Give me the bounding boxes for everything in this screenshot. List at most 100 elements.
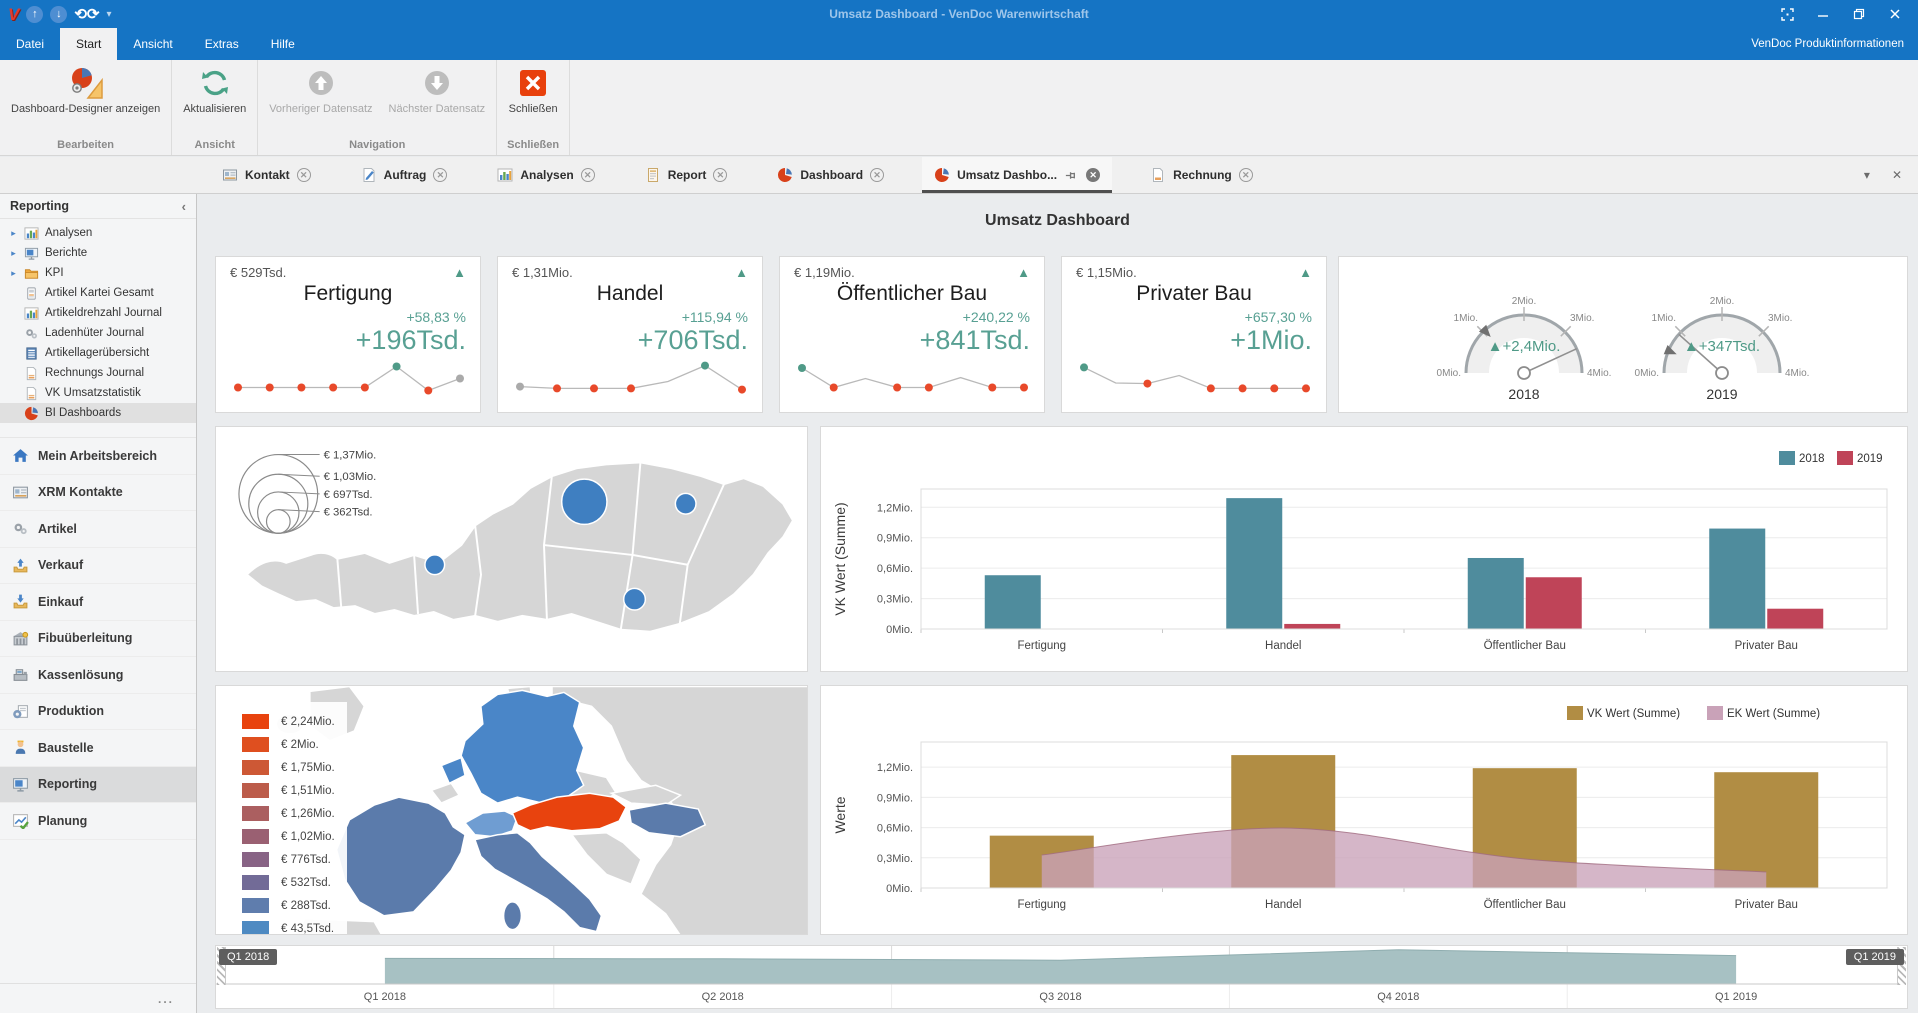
kpi-percent-value: +240,22 %: [794, 309, 1030, 325]
sidebar-item-mein-arbeitsbereich[interactable]: Mein Arbeitsbereich: [0, 438, 196, 475]
sidebar-item-kassenlösung[interactable]: Kassenlösung: [0, 657, 196, 694]
close-icon[interactable]: [1878, 3, 1912, 25]
expand-arrow-icon[interactable]: ▸: [9, 248, 18, 259]
quick-access-caret-icon[interactable]: ▾: [106, 9, 111, 20]
tab-label: Dashboard: [800, 168, 863, 182]
sidebar-tree-vk-umsatzstatistik[interactable]: VK Umsatzstatistik: [0, 383, 196, 403]
timeline-start-badge[interactable]: Q1 2018: [219, 949, 277, 965]
tabbar-close-icon[interactable]: ✕: [1892, 168, 1902, 182]
sidebar-tree-bi-dashboards[interactable]: BI Dashboards: [0, 403, 196, 423]
document-tabbar: Kontakt✕Auftrag✕Analysen✕Report✕Dashboar…: [0, 157, 1918, 194]
sidebar-tree-rechnungs-journal[interactable]: Rechnungs Journal: [0, 363, 196, 383]
timeline-range-selector[interactable]: Q1 2018 Q1 2019 Q1 2018Q2 2018Q3 2018Q4 …: [215, 945, 1908, 1009]
kpi-card-öffentlicher-bau[interactable]: € 1,19Mio.▲Öffentlicher Bau+240,22 %+841…: [779, 256, 1045, 413]
sidebar-item-baustelle[interactable]: Baustelle: [0, 730, 196, 767]
sidebar-item-artikel[interactable]: Artikel: [0, 511, 196, 548]
svg-text:€ 1,03Mio.: € 1,03Mio.: [324, 471, 377, 483]
ribbon-button-aktualisieren[interactable]: Aktualisieren: [176, 62, 253, 120]
europe-map-panel[interactable]: € 2,24Mio.€ 2Mio.€ 1,75Mio.€ 1,51Mio.€ 1…: [215, 685, 808, 935]
kpi-card-handel[interactable]: € 1,31Mio.▲Handel+115,94 %+706Tsd.: [497, 256, 763, 413]
sidebar-tree-artikeldrehzahl-journal[interactable]: Artikeldrehzahl Journal: [0, 303, 196, 323]
legend-label: € 1,26Mio.: [281, 808, 335, 820]
svg-text:2Mio.: 2Mio.: [1710, 296, 1734, 307]
tab-close-icon[interactable]: ✕: [713, 168, 727, 182]
invoice-icon: [1150, 167, 1166, 183]
expand-arrow-icon[interactable]: ▸: [9, 228, 18, 239]
kpi-card-fertigung[interactable]: € 529Tsd.▲Fertigung+58,83 %+196Tsd.: [215, 256, 481, 413]
minimize-icon[interactable]: [1806, 3, 1840, 25]
sidebar-tree-berichte[interactable]: ▸Berichte: [0, 243, 196, 263]
refresh-icon[interactable]: ⟲⟳: [74, 7, 99, 22]
sidebar-item-reporting[interactable]: Reporting: [0, 767, 196, 804]
expand-arrow-icon[interactable]: ▸: [9, 268, 18, 279]
vk-ek-chart-panel[interactable]: 0Mio.0,3Mio.0,6Mio.0,9Mio.1,2Mio.Fertigu…: [820, 685, 1908, 935]
restore-icon[interactable]: [1842, 3, 1876, 25]
circle-down-icon[interactable]: ↓: [50, 6, 67, 23]
legend-swatch: [242, 760, 269, 775]
menu-item-extras[interactable]: Extras: [189, 28, 255, 60]
menu-item-start[interactable]: Start: [60, 28, 117, 60]
menu-item-datei[interactable]: Datei: [0, 28, 60, 60]
kpi-total-value: € 1,31Mio.: [512, 265, 573, 280]
tab-rechnung[interactable]: Rechnung✕: [1138, 157, 1265, 193]
circle-up-icon[interactable]: ↑: [26, 6, 43, 23]
contact-icon: [222, 167, 238, 183]
order-icon: [361, 167, 377, 183]
tab-kontakt[interactable]: Kontakt✕: [210, 157, 323, 193]
sidebar-tree-ladenhüter-journal[interactable]: Ladenhüter Journal: [0, 323, 196, 343]
vk-by-year-chart-panel[interactable]: 0Mio.0,3Mio.0,6Mio.0,9Mio.1,2Mio.Fertigu…: [820, 426, 1908, 672]
sidebar-tree-analysen[interactable]: ▸Analysen: [0, 223, 196, 243]
nav-overflow-button[interactable]: ...: [0, 983, 196, 1013]
tab-label: Report: [668, 168, 707, 182]
legend-swatch: [242, 737, 269, 752]
tab-auftrag[interactable]: Auftrag✕: [349, 157, 460, 193]
ribbon-button-dashboard-designer-anzeigen[interactable]: Dashboard-Designer anzeigen: [4, 62, 167, 120]
gauge-panel[interactable]: 0Mio.1Mio.2Mio.3Mio.4Mio.▲+2,4Mio.20180M…: [1338, 256, 1908, 413]
pin-icon[interactable]: [1064, 168, 1079, 183]
choropleth-legend-item: € 1,02Mio.: [242, 825, 335, 848]
kpi-card-privater-bau[interactable]: € 1,15Mio.▲Privater Bau+657,30 %+1Mio.: [1061, 256, 1327, 413]
tray-up-icon: [12, 557, 29, 574]
product-info-link[interactable]: VenDoc Produktinformationen: [1751, 28, 1918, 60]
sidebar-tree-artikellagerübersicht[interactable]: Artikellagerübersicht: [0, 343, 196, 363]
pie-icon: [934, 167, 950, 183]
sidebar-item-fibuüberleitung[interactable]: Fibuüberleitung: [0, 621, 196, 658]
sidebar-item-produktion[interactable]: Produktion: [0, 694, 196, 731]
svg-text:3Mio.: 3Mio.: [1570, 313, 1594, 324]
timeline-end-badge[interactable]: Q1 2019: [1846, 949, 1904, 965]
screenfit-icon[interactable]: [1770, 3, 1804, 25]
tab-list-caret-icon[interactable]: ▾: [1864, 168, 1870, 182]
svg-text:1,2Mio.: 1,2Mio.: [877, 502, 913, 514]
menu-item-hilfe[interactable]: Hilfe: [255, 28, 311, 60]
person-icon: [12, 739, 29, 756]
ribbon-button-label: Schließen: [509, 103, 558, 117]
svg-text:0Mio.: 0Mio.: [1437, 368, 1461, 379]
tab-report[interactable]: Report ✕: [633, 157, 740, 193]
austria-map-panel[interactable]: € 1,37Mio.€ 1,03Mio.€ 697Tsd.€ 362Tsd.: [215, 426, 808, 672]
sidebar-tree-artikel-kartei-gesamt[interactable]: Artikel Kartei Gesamt: [0, 283, 196, 303]
tab-close-icon[interactable]: ✕: [1086, 168, 1100, 182]
sidebar-tree-kpi[interactable]: ▸ KPI: [0, 263, 196, 283]
sidebar-item-verkauf[interactable]: Verkauf: [0, 548, 196, 585]
svg-text:2018: 2018: [1799, 453, 1825, 465]
tree-item-label: KPI: [45, 267, 64, 279]
svg-text:0,9Mio.: 0,9Mio.: [877, 533, 913, 545]
tab-close-icon[interactable]: ✕: [870, 168, 884, 182]
sidebar-item-einkauf[interactable]: Einkauf: [0, 584, 196, 621]
choropleth-legend-item: € 43,5Tsd.: [242, 917, 335, 935]
tab-umsatz-dashbo-[interactable]: Umsatz Dashbo...✕: [922, 157, 1112, 193]
tab-close-icon[interactable]: ✕: [433, 168, 447, 182]
sidebar-collapse-icon[interactable]: ‹: [182, 199, 186, 214]
svg-text:1Mio.: 1Mio.: [1454, 313, 1478, 324]
titlebar: V ↑ ↓ ⟲⟳ ▾ Umsatz Dashboard - VenDoc War…: [0, 0, 1918, 28]
tab-close-icon[interactable]: ✕: [1239, 168, 1253, 182]
tab-dashboard[interactable]: Dashboard ✕: [765, 157, 896, 193]
menu-item-ansicht[interactable]: Ansicht: [117, 28, 188, 60]
sidebar-item-planung[interactable]: Planung: [0, 803, 196, 840]
sidebar-item-xrm-kontakte[interactable]: XRM Kontakte: [0, 475, 196, 512]
tab-close-icon[interactable]: ✕: [581, 168, 595, 182]
tab-analysen[interactable]: Analysen✕: [485, 157, 606, 193]
kpi-title: Handel: [512, 282, 748, 306]
tab-close-icon[interactable]: ✕: [297, 168, 311, 182]
ribbon-button-schließen[interactable]: Schließen: [502, 62, 565, 120]
